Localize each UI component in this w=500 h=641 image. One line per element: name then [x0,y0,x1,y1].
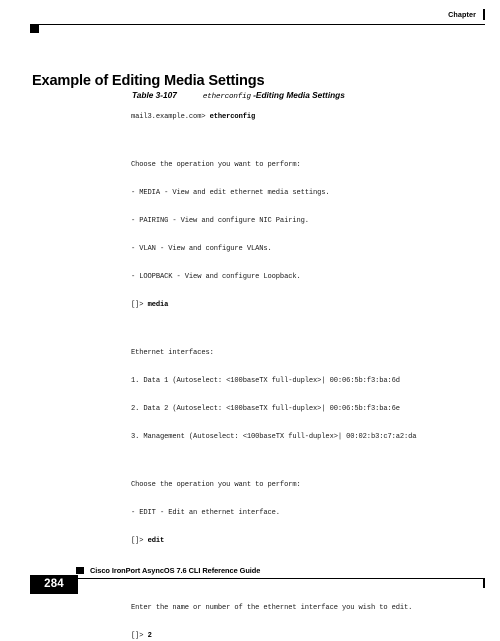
footer-guide-title: Cisco IronPort AsyncOS 7.6 CLI Reference… [90,566,261,575]
cli-line: - PAIRING - View and configure NIC Pairi… [131,216,309,225]
page-header: Chapter [0,0,500,48]
cli-user-input: edit [147,536,165,545]
header-chapter-label: Chapter [448,10,476,19]
cli-blank-line [131,282,481,302]
cli-blank-line [131,357,481,377]
cli-line: mail3.example.com> etherconfig [131,113,256,121]
cli-blank-line [131,329,481,349]
cli-line: Ethernet interfaces: [131,348,214,357]
cli-blank-line [131,197,481,217]
table-caption: Table 3-107 etherconfig -Editing Media Se… [132,90,345,103]
page-number: 284 [44,578,64,590]
cli-blank-line [131,385,481,405]
header-tick-mark [482,9,485,20]
header-square-marker [30,24,39,33]
cli-blank-line [131,461,481,481]
table-caption-command: etherconfig [202,93,251,101]
cli-blank-line [131,141,481,161]
cli-line: 3. Management (Autoselect: <100baseTX fu… [131,432,417,441]
cli-user-input: media [147,301,169,310]
cli-line: - VLAN - View and configure VLANs. [131,244,272,253]
cli-blank-line [131,489,481,509]
cli-blank-line [131,310,481,330]
footer-tick-mark [483,578,485,588]
page-title: Example of Editing Media Settings [32,72,265,89]
document-page: Chapter Example of Editing Media Setting… [0,0,500,640]
cli-blank-line [131,517,481,537]
footer-square-marker [76,566,84,574]
cli-blank-line [131,413,481,433]
cli-line: Choose the operation you want to perform… [131,480,301,489]
cli-line: []> edit [131,536,165,545]
footer-rule [36,577,485,579]
cli-line: 1. Data 1 (Autoselect: <100baseTX full-d… [131,376,400,385]
table-caption-title: -Editing Media Settings [253,90,345,100]
cli-blank-line [131,169,481,189]
cli-line: - LOOPBACK - View and configure Loopback… [131,272,301,281]
page-footer: Cisco IronPort AsyncOS 7.6 CLI Reference… [0,555,500,607]
cli-line: Choose the operation you want to perform… [131,160,301,169]
cli-line: - EDIT - Edit an ethernet interface. [131,508,280,517]
cli-blank-line [131,253,481,273]
cli-user-input: 2 [147,631,152,640]
cli-blank-line [131,612,481,632]
cli-blank-line [131,122,481,142]
cli-line: []> 2 [131,631,152,640]
cli-line: 2. Data 2 (Autoselect: <100baseTX full-d… [131,404,400,413]
table-caption-number: Table 3-107 [132,90,177,100]
cli-blank-line [131,225,481,245]
cli-blank-line [131,442,481,462]
header-rule [36,24,485,26]
cli-line: []> media [131,301,169,310]
cli-line: - MEDIA - View and edit ethernet media s… [131,188,330,197]
cli-user-input: etherconfig [209,113,256,121]
